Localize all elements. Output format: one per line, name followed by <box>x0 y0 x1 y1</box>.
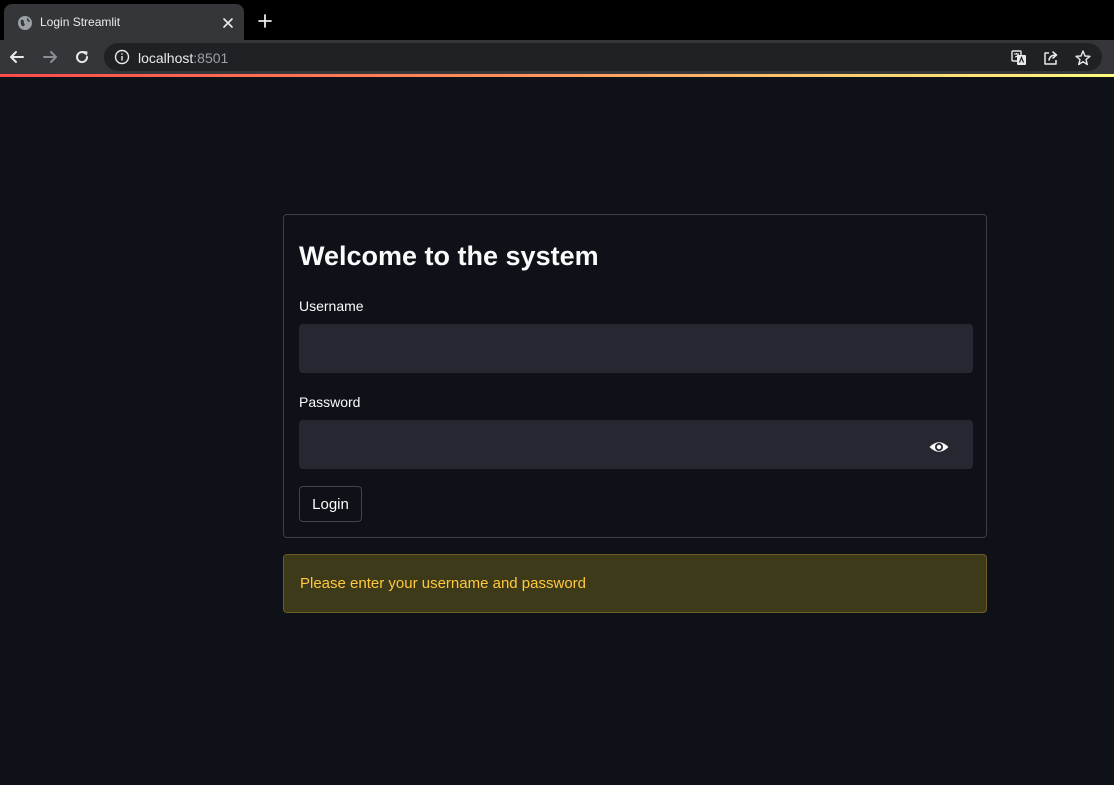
address-bar[interactable]: localhost:8501 <box>104 43 1102 71</box>
url-host: localhost <box>138 50 194 66</box>
username-label: Username <box>299 298 364 314</box>
close-icon[interactable] <box>220 15 236 31</box>
password-input[interactable] <box>299 420 973 469</box>
streamlit-header-decoration <box>0 74 1114 77</box>
back-arrow-icon[interactable] <box>8 48 26 66</box>
username-input[interactable] <box>299 324 973 373</box>
globe-icon <box>18 16 32 30</box>
url-text[interactable]: localhost:8501 <box>138 50 228 66</box>
browser-toolbar: localhost:8501 <box>0 40 1114 74</box>
star-icon[interactable] <box>1074 49 1092 67</box>
url-port: :8501 <box>193 50 229 66</box>
page-title: Welcome to the system <box>299 241 599 271</box>
login-form: Welcome to the system Username Password … <box>283 214 987 538</box>
reload-icon[interactable] <box>73 48 91 66</box>
password-label: Password <box>299 394 361 410</box>
forward-arrow-icon[interactable] <box>41 48 59 66</box>
plus-icon[interactable] <box>256 12 274 30</box>
translate-icon[interactable] <box>1010 49 1028 67</box>
tab-strip: Login Streamlit <box>0 0 1114 40</box>
browser-tab[interactable]: Login Streamlit <box>4 4 244 40</box>
tab-title: Login Streamlit <box>40 15 121 29</box>
alert-message: Please enter your username and password <box>300 575 586 592</box>
info-icon[interactable] <box>114 49 130 65</box>
eye-icon <box>929 442 949 452</box>
warning-alert: Please enter your username and password <box>283 554 987 613</box>
show-password-button[interactable] <box>927 435 951 459</box>
login-button[interactable]: Login <box>299 486 362 522</box>
share-icon[interactable] <box>1042 49 1060 67</box>
